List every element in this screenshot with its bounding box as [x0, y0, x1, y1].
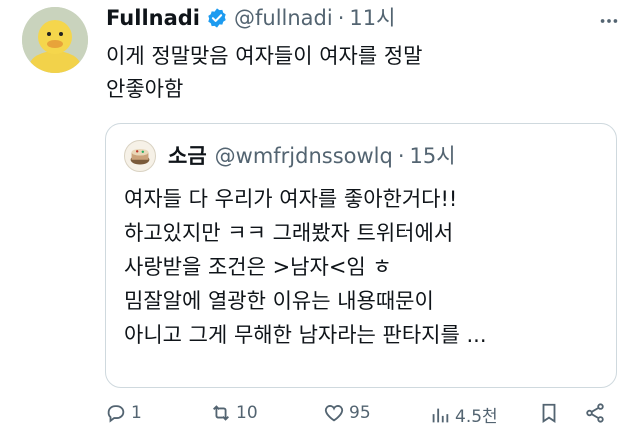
views-count: 4.5천	[455, 407, 498, 427]
separator-dot: ·	[337, 6, 345, 30]
views-bar-chart-icon	[432, 408, 449, 422]
author-handle[interactable]: @fullnadi	[234, 4, 333, 32]
quoted-post-timestamp: 15시	[409, 144, 456, 168]
quoted-author-handle: @wmfrjdnssowlq	[214, 144, 393, 168]
reply-button[interactable]: 1	[105, 402, 142, 424]
share-icon	[586, 403, 604, 423]
repost-button[interactable]: 10	[210, 402, 258, 424]
quoted-separator-dot: ·	[397, 144, 405, 168]
quoted-post-text: 여자들 다 우리가 여자를 좋아한거다!! 하고있지만 ㅋㅋ 그래봤자 트위터에…	[124, 187, 487, 347]
like-button[interactable]: 95	[323, 402, 371, 424]
post-timestamp[interactable]: 11시	[349, 4, 395, 32]
quoted-author-display-name: 소금	[168, 144, 207, 168]
action-bar: 1 10 95 4.5천	[105, 402, 617, 432]
reply-icon	[107, 405, 125, 423]
bookmark-button[interactable]	[538, 402, 564, 424]
like-count: 95	[349, 403, 371, 423]
quoted-author-avatar	[124, 140, 156, 172]
more-options-icon[interactable]	[598, 10, 620, 37]
repost-icon	[213, 405, 229, 421]
post-text: 이게 정말맞음 여자들이 여자를 정말 안좋아함	[106, 44, 423, 101]
verified-badge-icon	[206, 7, 228, 29]
share-button[interactable]	[584, 402, 610, 424]
bookmark-icon	[542, 403, 556, 423]
author-avatar[interactable]	[22, 7, 88, 73]
quoted-post[interactable]: 소금 @wmfrjdnssowlq · 15시 여자들 다 우리가 여자를 좋아…	[105, 123, 617, 388]
repost-count: 10	[236, 403, 258, 423]
heart-icon	[324, 405, 344, 422]
quoted-post-header: 소금 @wmfrjdnssowlq · 15시	[124, 140, 456, 172]
reply-count: 1	[131, 403, 142, 423]
author-display-name[interactable]: Fullnadi	[106, 4, 200, 32]
post-header: Fullnadi @fullnadi · 11시	[106, 4, 395, 32]
views-button[interactable]: 4.5천	[429, 402, 498, 427]
